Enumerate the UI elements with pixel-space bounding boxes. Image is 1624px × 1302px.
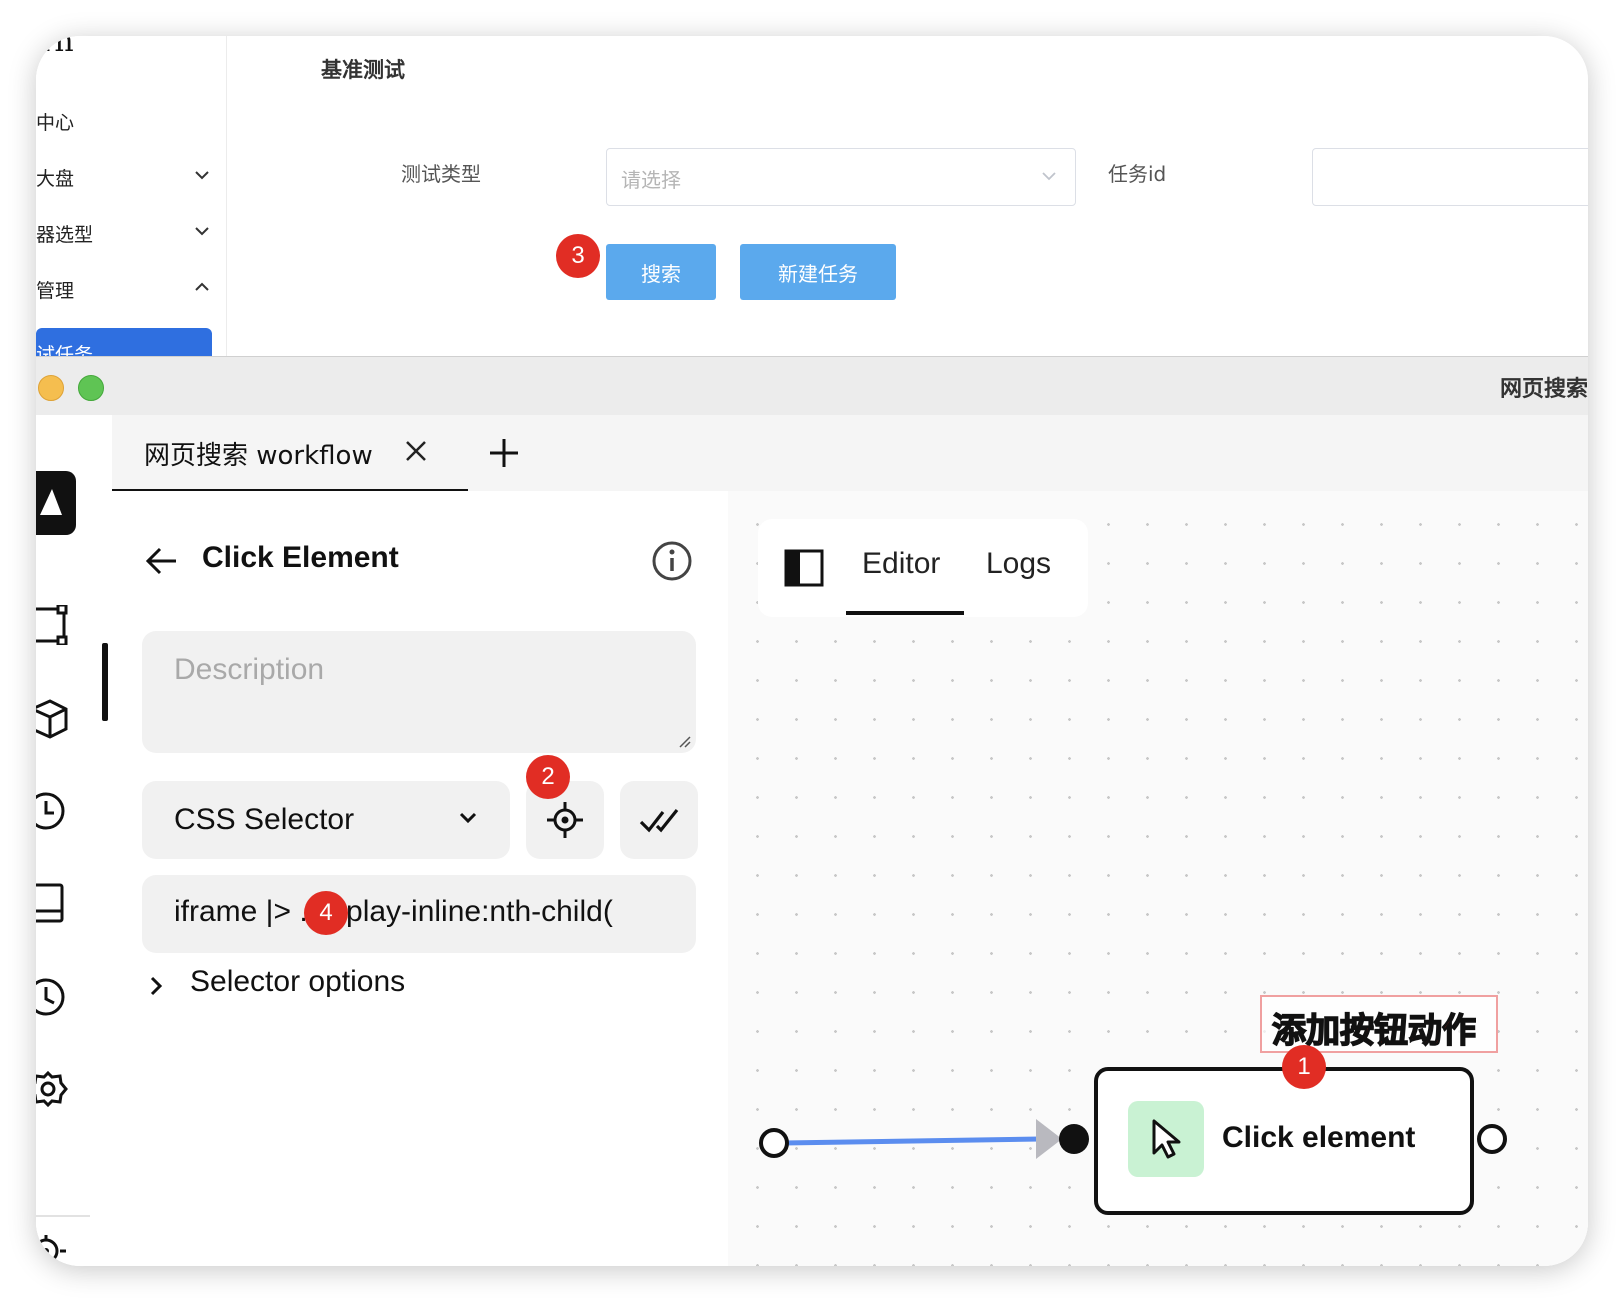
page-title: 基准测试 [321,58,405,82]
step-badge-2: 2 [526,755,570,799]
click-element-panel: Click Element Description CSS Selector i… [112,491,728,1266]
admin-logo: rn [40,36,74,59]
selector-value: iframe |> .display-inline:nth-child( [174,895,613,928]
selector-input[interactable]: iframe |> .display-inline:nth-child( [142,875,696,953]
tab-label: 网页搜索 workflow [144,441,373,471]
workflow-tab-bar: 网页搜索 workflow [112,415,1588,493]
sidebar-item-label: 管理 [36,280,75,302]
task-id-input[interactable] [1312,148,1588,206]
step-badge-3: 3 [556,234,600,278]
sidebar-item-label: 中心 [36,112,75,134]
test-type-select[interactable]: 请选择 [606,148,1076,206]
click-element-node[interactable]: Click element [1094,1067,1474,1215]
rail-divider [36,1215,90,1217]
edge-arrowhead [1036,1119,1062,1159]
sidebar-item-dashboard[interactable]: 大盘 [36,162,216,192]
node-icon-box [1128,1101,1204,1177]
chevron-down-icon [459,812,477,824]
tab-web-search-workflow[interactable]: 网页搜索 workflow [112,415,468,493]
chevron-right-icon [150,976,163,996]
admin-window: rn 中心 大盘 器选型 管理 试任务 基准测试 测试类型 请选择 任务id 搜… [36,36,1588,372]
verify-selector-button[interactable] [620,781,698,859]
workflow-icon[interactable] [36,605,76,645]
workflow-window: 网页搜索 网页搜索 workflow Click Element Descrip… [36,356,1588,1266]
history-icon[interactable] [36,977,76,1017]
zoom-button[interactable] [78,375,104,401]
step-badge-1: 1 [1282,1045,1326,1089]
resize-grip-icon[interactable] [676,733,692,749]
description-placeholder: Description [174,653,325,686]
panel-title: Click Element [202,541,399,574]
rail-active-indicator [102,643,108,721]
crosshair-icon [547,802,583,838]
source-port [759,1128,789,1158]
annotation-label: 添加按钮动作 [1260,995,1498,1053]
search-button[interactable]: 搜索 [606,244,716,300]
app-logo-icon[interactable] [36,471,78,535]
clock-icon[interactable] [36,791,76,831]
minimize-button[interactable] [38,375,64,401]
sidebar-item-management[interactable]: 管理 [36,274,216,304]
task-id-label: 任务id [1108,162,1167,186]
chevron-down-icon [1042,172,1056,181]
window-title: 网页搜索 [1499,377,1588,402]
connection-edge [783,1136,1041,1146]
node-output-port [1477,1124,1507,1154]
description-textarea[interactable]: Description [142,631,696,753]
target-icon[interactable] [36,1231,76,1266]
sidebar-item-label: 器选型 [36,224,94,246]
selector-type-select[interactable]: CSS Selector [142,781,510,859]
sidebar-item-selection[interactable]: 器选型 [36,218,216,248]
double-check-icon [639,809,679,833]
chevron-up-icon [195,282,209,291]
node-input-port [1059,1124,1089,1154]
step-badge-4: 4 [304,891,348,935]
admin-sidebar: rn 中心 大盘 器选型 管理 试任务 [36,36,227,372]
new-task-button[interactable]: 新建任务 [740,244,896,300]
sidebar-item-label: 大盘 [36,168,75,190]
select-placeholder: 请选择 [621,168,681,192]
screenshot-frame: rn 中心 大盘 器选型 管理 试任务 基准测试 测试类型 请选择 任务id 搜… [36,36,1588,1266]
sidebar-item-center[interactable]: 中心 [36,106,216,136]
chevron-down-icon [195,171,209,180]
workflow-canvas[interactable]: Editor Logs 添加按钮动作 Click element 1 [728,491,1588,1266]
device-icon[interactable] [36,883,76,923]
chevron-down-icon [195,227,209,236]
icon-rail [36,415,113,1266]
cursor-icon [1152,1119,1181,1159]
selector-type-value: CSS Selector [174,803,355,836]
window-titlebar: 网页搜索 [36,357,1588,416]
selector-options-label: Selector options [190,965,406,998]
close-icon[interactable] [402,437,430,465]
add-tab-icon[interactable] [486,435,522,471]
settings-icon[interactable] [36,1069,76,1109]
package-icon[interactable] [36,699,76,739]
info-icon[interactable] [650,539,694,583]
node-label: Click element [1222,1121,1416,1154]
test-type-label: 测试类型 [401,162,481,186]
back-arrow-icon[interactable] [142,541,182,581]
